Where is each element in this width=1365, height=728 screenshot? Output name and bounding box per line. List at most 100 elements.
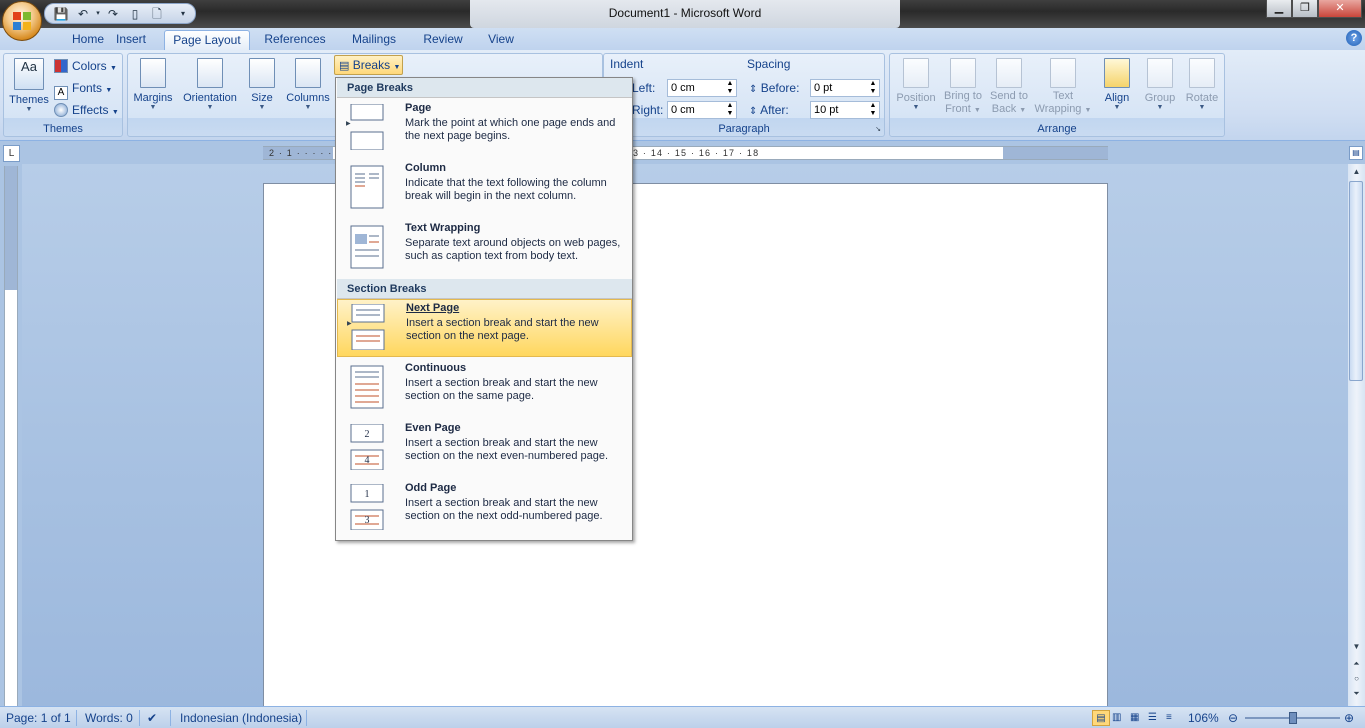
indent-right-label: Right: (632, 103, 664, 117)
menu-item-title: Next Page (406, 302, 460, 314)
menu-item-text-wrapping[interactable]: Text Wrapping Separate text around objec… (337, 220, 632, 278)
print-layout-icon[interactable]: ▤ (1092, 710, 1110, 726)
group-button[interactable]: Group ▼ (1140, 58, 1180, 111)
vertical-scrollbar[interactable]: ▲ ▼ ⏶ ○ ⏷ (1348, 164, 1365, 706)
customize-qat-icon[interactable]: ▾ (175, 6, 191, 22)
quick-access-toolbar: 💾 ↶ ▾ ↷ ▯ 🗋 ▾ (44, 3, 196, 24)
even-page-break-icon: 2 4 (350, 424, 384, 470)
close-icon[interactable]: ✕ (1318, 0, 1362, 18)
undo-dropdown-icon[interactable]: ▾ (90, 6, 106, 22)
menu-item-odd-page[interactable]: 1 3 Odd Page Insert a section break and … (337, 480, 632, 538)
office-logo-icon (13, 12, 31, 30)
orientation-icon (197, 58, 223, 88)
breaks-button[interactable]: ▤ Breaks ▼ (334, 55, 403, 75)
save-icon[interactable]: 💾 (53, 6, 69, 22)
chevron-down-icon: ▼ (304, 104, 312, 111)
tab-review[interactable]: Review (416, 30, 470, 50)
restore-icon[interactable]: ❐ (1292, 0, 1318, 18)
position-button[interactable]: Position ▼ (892, 58, 940, 111)
zoom-out-icon[interactable]: ⊖ (1228, 710, 1238, 726)
outline-view-icon[interactable]: ☰ (1148, 710, 1157, 726)
columns-button[interactable]: Columns ▼ (282, 58, 334, 111)
colors-button[interactable]: Colors ▼ (54, 56, 117, 76)
chevron-down-icon: ▼ (111, 109, 119, 116)
new-document-icon[interactable]: ▯ (127, 6, 143, 22)
rotate-button[interactable]: Rotate ▼ (1182, 58, 1222, 111)
odd-page-number-1: 1 (365, 489, 370, 500)
zoom-level[interactable]: 106% (1188, 710, 1219, 726)
indent-right-field[interactable]: 0 cm ▲ ▼ (667, 101, 737, 119)
indent-left-field[interactable]: 0 cm ▲ ▼ (667, 79, 737, 97)
tab-mailings[interactable]: Mailings (342, 30, 406, 50)
spacing-after-field[interactable]: 10 pt ▲ ▼ (810, 101, 880, 119)
tab-page-layout[interactable]: Page Layout (164, 30, 250, 50)
full-screen-reading-icon[interactable]: ▥ (1112, 710, 1121, 726)
text-wrapping-button[interactable]: Text Wrapping ▼ (1034, 58, 1092, 117)
redo-icon[interactable]: ↷ (105, 6, 121, 22)
bring-to-front-button[interactable]: Bring to Front ▼ (940, 58, 986, 117)
zoom-slider-thumb[interactable] (1289, 712, 1297, 724)
menu-item-desc: Indicate that the text following the col… (405, 177, 607, 202)
scroll-up-icon[interactable]: ▲ (1348, 164, 1365, 179)
draft-view-icon[interactable]: ≡ (1166, 710, 1172, 726)
menu-item-title: Page (405, 102, 432, 114)
minimize-icon[interactable]: ▁ (1266, 0, 1292, 18)
dialog-launcher-icon[interactable]: ↘ (875, 125, 881, 133)
size-icon (249, 58, 275, 88)
undo-icon[interactable]: ↶ (75, 6, 91, 22)
breaks-label: Breaks (352, 58, 391, 72)
menu-item-page[interactable]: ▶ Page Mark the point at which one page … (337, 100, 632, 158)
proofing-icon[interactable]: ✔ (147, 710, 157, 726)
send-to-back-button[interactable]: Send to Back ▼ (986, 58, 1032, 117)
menu-item-desc: Insert a section break and start the new… (406, 317, 599, 342)
spacing-before-row: ⇕ Before: (749, 78, 799, 98)
chevron-down-icon: ▼ (1019, 107, 1027, 114)
ruler-right-margin (1003, 147, 1108, 159)
page-count[interactable]: Page: 1 of 1 (6, 710, 71, 726)
effects-icon (54, 103, 68, 117)
spacing-before-field[interactable]: 0 pt ▲ ▼ (810, 79, 880, 97)
themes-button[interactable]: Aa Themes ▼ (8, 58, 50, 113)
fonts-button[interactable]: A Fonts ▼ (54, 78, 112, 100)
menu-item-next-page[interactable]: ▶ Next Page Insert a section break and s… (337, 299, 632, 357)
text-wrapping-icon (1050, 58, 1076, 88)
menu-item-even-page[interactable]: 2 4 Even Page Insert a section break and… (337, 420, 632, 478)
spinner-icon[interactable]: ▲ ▼ (868, 102, 878, 118)
text-wrapping-label-1: Text (1052, 90, 1074, 102)
tab-view[interactable]: View (480, 30, 522, 50)
section-breaks-header: Section Breaks (337, 279, 632, 299)
language-indicator[interactable]: Indonesian (Indonesia) (180, 710, 302, 726)
word-count[interactable]: Words: 0 (85, 710, 133, 726)
vertical-ruler[interactable] (4, 166, 18, 706)
align-button[interactable]: Align ▼ (1096, 58, 1138, 111)
view-ruler-icon[interactable]: ▤ (1349, 146, 1363, 160)
effects-button[interactable]: Effects ▼ (54, 100, 119, 120)
help-icon[interactable]: ? (1346, 30, 1362, 46)
previous-page-icon[interactable]: ⏶ (1348, 656, 1365, 671)
web-layout-icon[interactable]: ▦ (1130, 710, 1139, 726)
orientation-button[interactable]: Orientation ▼ (178, 58, 242, 111)
scrollbar-thumb[interactable] (1349, 181, 1363, 381)
size-button[interactable]: Size ▼ (246, 58, 278, 111)
tab-selector-icon[interactable]: L (3, 145, 20, 162)
tab-references[interactable]: References (258, 30, 332, 50)
office-button[interactable] (2, 1, 42, 41)
spinner-icon[interactable]: ▲ ▼ (868, 80, 878, 96)
fonts-label: Fonts (72, 81, 103, 95)
bring-to-front-label-1: Bring to (944, 90, 982, 102)
next-page-icon[interactable]: ⏷ (1348, 686, 1365, 701)
spinner-icon[interactable]: ▲ ▼ (725, 80, 735, 96)
menu-item-column[interactable]: Column Indicate that the text following … (337, 160, 632, 218)
scroll-down-icon[interactable]: ▼ (1348, 639, 1365, 654)
chevron-down-icon: ▼ (206, 104, 214, 111)
menu-item-continuous[interactable]: Continuous Insert a section break and st… (337, 360, 632, 418)
print-preview-icon[interactable]: 🗋 (149, 6, 165, 22)
zoom-in-icon[interactable]: ⊕ (1344, 710, 1354, 726)
tab-insert[interactable]: Insert (106, 30, 156, 50)
select-browse-object-icon[interactable]: ○ (1348, 671, 1365, 686)
themes-group: Aa Themes ▼ Colors ▼ A Fonts ▼ Effects ▼ … (3, 53, 123, 137)
page-break-icon (350, 104, 384, 150)
spinner-icon[interactable]: ▲ ▼ (725, 102, 735, 118)
menu-item-title: Odd Page (405, 482, 457, 494)
margins-button[interactable]: Margins ▼ (132, 58, 174, 111)
